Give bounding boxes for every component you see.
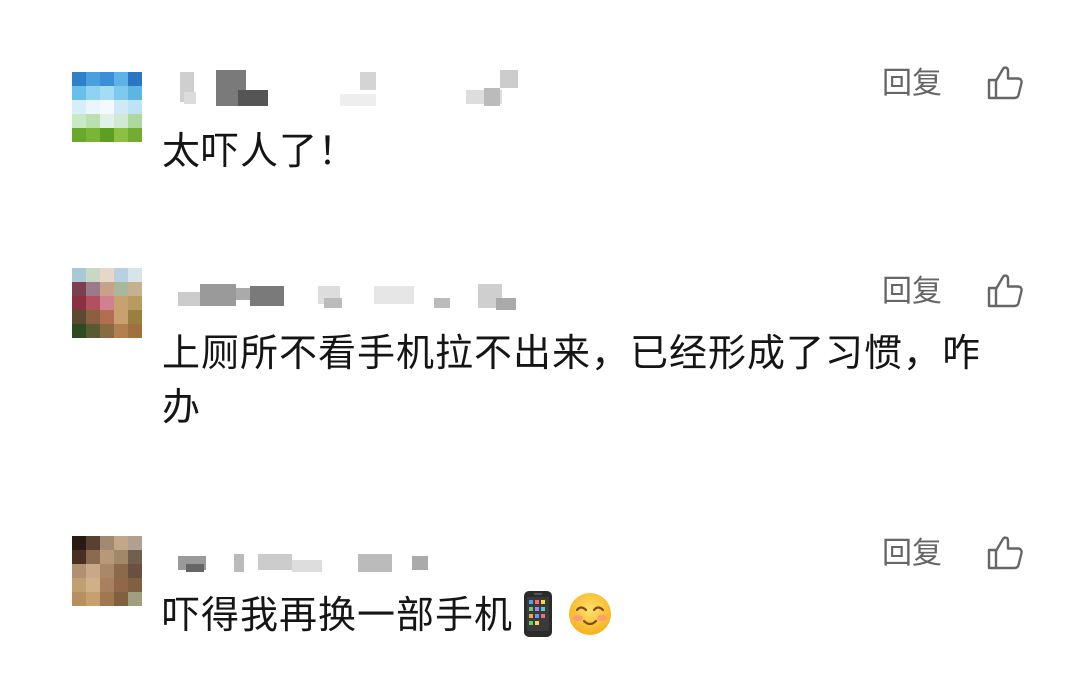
comment-item: 回复 吓得我再换一部手机 (0, 0, 1080, 700)
avatar-pixel (72, 550, 86, 564)
comment-text-line: 吓得我再换一部手机 (162, 588, 1022, 642)
avatar-pixel (114, 592, 128, 606)
avatar-pixel (72, 592, 86, 606)
avatar-pixel (86, 592, 100, 606)
mobile-phone-emoji (524, 590, 553, 637)
avatar-pixel (72, 564, 86, 578)
avatar-pixel (114, 578, 128, 592)
avatar-pixel (86, 550, 100, 564)
username-redacted[interactable] (178, 552, 538, 592)
avatar-pixel (100, 536, 114, 550)
smiling-face-emoji (569, 592, 612, 635)
avatar-pixel (100, 550, 114, 564)
avatar-pixel (114, 536, 128, 550)
avatar-pixel (86, 578, 100, 592)
thumbs-up-icon[interactable] (986, 534, 1024, 572)
avatar-pixel (100, 564, 114, 578)
avatar-pixel (128, 536, 142, 550)
avatar-pixel (86, 564, 100, 578)
avatar[interactable] (72, 536, 142, 606)
avatar-pixel (128, 592, 142, 606)
avatar-pixel (86, 536, 100, 550)
avatar-pixel (100, 578, 114, 592)
avatar-pixel (72, 578, 86, 592)
avatar-pixel (72, 536, 86, 550)
avatar-pixel (114, 550, 128, 564)
avatar-pixel (128, 564, 142, 578)
avatar-pixel (114, 564, 128, 578)
avatar-pixel (128, 550, 142, 564)
reply-button[interactable]: 回复 (882, 536, 942, 572)
avatar-pixel (100, 592, 114, 606)
avatar-pixel (128, 578, 142, 592)
comment-text: 吓得我再换一部手机 (162, 593, 514, 637)
